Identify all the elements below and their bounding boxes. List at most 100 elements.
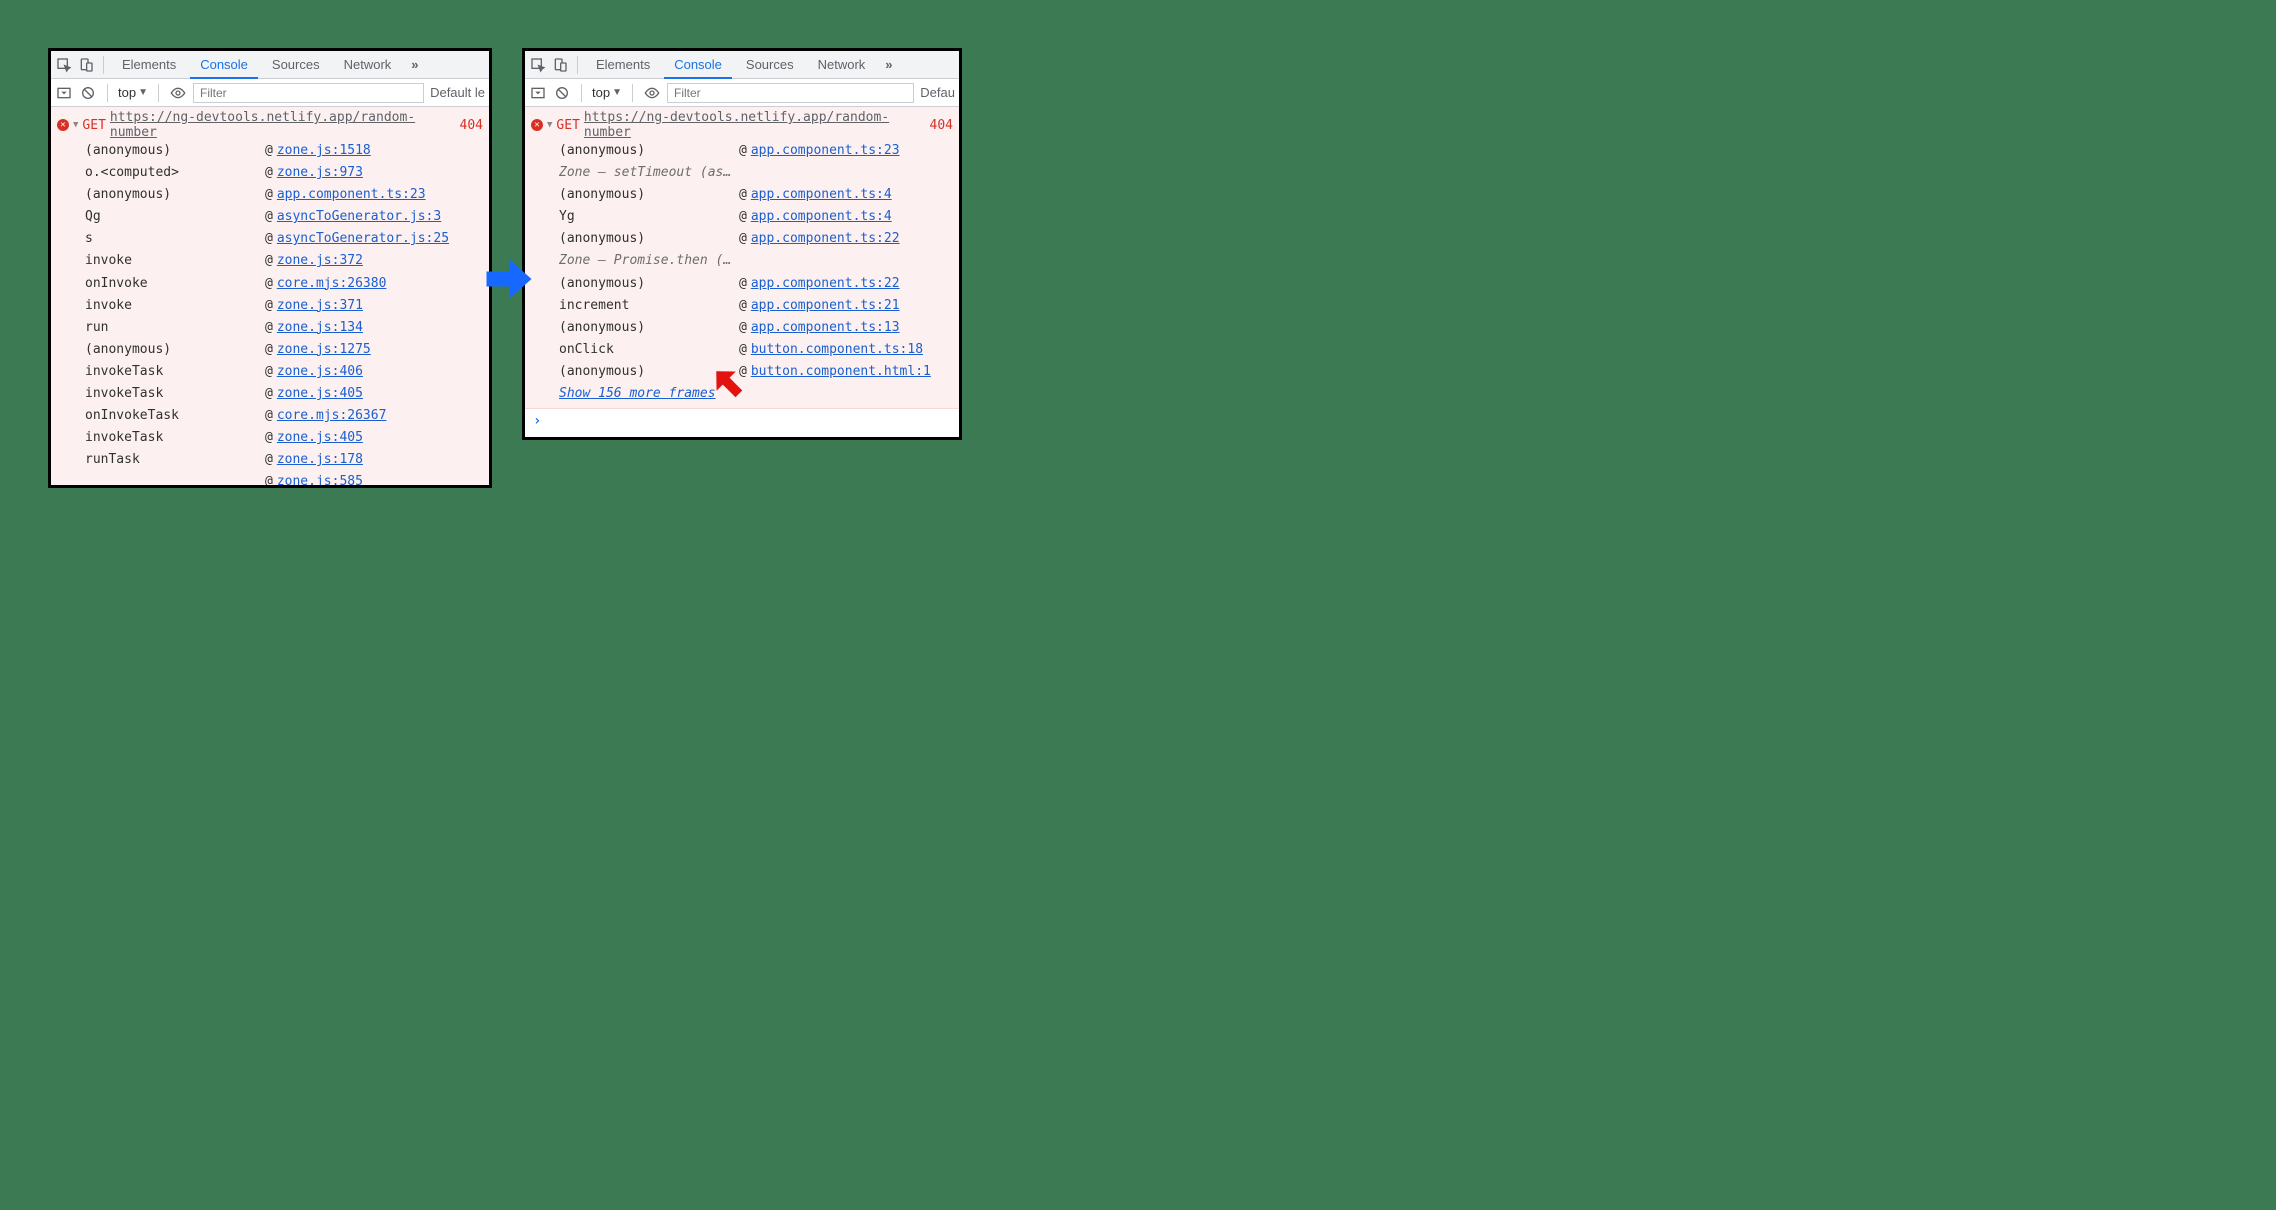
stack-frame-location-link[interactable]: zone.js:134 (277, 317, 363, 339)
stack-frame: (anonymous)@app.component.ts:23 (531, 140, 953, 162)
stack-frame-function: invoke (85, 250, 265, 272)
stack-frame-location-link[interactable]: button.component.ts:18 (751, 339, 923, 361)
stack-frame-location-link[interactable]: zone.js:178 (277, 449, 363, 471)
stack-frame-at: @ (265, 295, 273, 317)
stack-frame-at: @ (265, 449, 273, 471)
device-icon[interactable] (551, 57, 569, 73)
error-icon: ✕ (57, 119, 69, 131)
stack-frame: invoke@zone.js:371 (57, 295, 483, 317)
stack-frame: _@zone.js:585 (57, 471, 483, 488)
stack-frame-location-link[interactable]: button.component.html:1 (751, 361, 931, 383)
stack-frame-location-link[interactable]: app.component.ts:22 (751, 228, 900, 250)
inspect-icon[interactable] (55, 57, 73, 73)
stack-frame-location-link[interactable]: zone.js:1518 (277, 140, 371, 162)
stack-frame: invokeTask@zone.js:405 (57, 427, 483, 449)
error-icon: ✕ (531, 119, 543, 131)
stack-frame-at: @ (739, 206, 747, 228)
stack-frame-function: (anonymous) (85, 339, 265, 361)
stack-frame-location-link[interactable]: asyncToGenerator.js:3 (277, 206, 441, 228)
stack-frame-at: @ (265, 405, 273, 427)
stack-trace: (anonymous)@app.component.ts:23Zone – se… (531, 140, 953, 383)
chevron-down-icon: ▼ (612, 87, 622, 98)
error-header[interactable]: ✕ ▼ GET https://ng-devtools.netlify.app/… (531, 110, 953, 140)
console-prompt[interactable]: › (525, 409, 959, 433)
disclosure-triangle-icon[interactable]: ▼ (547, 120, 552, 130)
stack-frame-location-link[interactable]: zone.js:973 (277, 162, 363, 184)
stack-frame-location-link[interactable]: app.component.ts:4 (751, 184, 892, 206)
stack-frame-function: Qg (85, 206, 265, 228)
filter-input[interactable] (193, 83, 424, 103)
context-selector[interactable]: top ▼ (592, 85, 622, 100)
stack-frame: s@asyncToGenerator.js:25 (57, 228, 483, 250)
stack-frame-function: increment (559, 295, 739, 317)
filter-input[interactable] (667, 83, 914, 103)
stack-frame-location-link[interactable]: app.component.ts:4 (751, 206, 892, 228)
stack-frame-location-link[interactable]: app.component.ts:23 (751, 140, 900, 162)
stack-frame-location-link[interactable]: asyncToGenerator.js:25 (277, 228, 449, 250)
stack-frame-function: (anonymous) (559, 140, 739, 162)
stack-frame-location-link[interactable]: app.component.ts:21 (751, 295, 900, 317)
stack-frame-function: invokeTask (85, 427, 265, 449)
stack-frame-location-link[interactable]: core.mjs:26367 (277, 405, 387, 427)
stack-frame-location-link[interactable]: core.mjs:26380 (277, 273, 387, 295)
eye-icon[interactable] (643, 85, 661, 101)
stack-frame: Yg@app.component.ts:4 (531, 206, 953, 228)
stack-frame: invoke@zone.js:372 (57, 250, 483, 272)
tab-elements[interactable]: Elements (586, 51, 660, 79)
console-toolbar: top ▼ Defau (525, 79, 959, 107)
context-selector[interactable]: top ▼ (118, 85, 148, 100)
error-header[interactable]: ✕ ▼ GET https://ng-devtools.netlify.app/… (57, 110, 483, 140)
clear-console-icon[interactable] (553, 85, 571, 101)
stack-frame-function: (anonymous) (559, 228, 739, 250)
inspect-icon[interactable] (529, 57, 547, 73)
stack-frame: invokeTask@zone.js:405 (57, 383, 483, 405)
tab-console[interactable]: Console (664, 51, 732, 79)
stack-frame-function: o.<computed> (85, 162, 265, 184)
disclosure-triangle-icon[interactable]: ▼ (73, 120, 78, 130)
divider (581, 84, 582, 102)
stack-frame-location-link[interactable]: app.component.ts:22 (751, 273, 900, 295)
stack-frame-function: invokeTask (85, 361, 265, 383)
error-url[interactable]: https://ng-devtools.netlify.app/random-n… (110, 110, 456, 140)
stack-frame: (anonymous)@app.component.ts:22 (531, 228, 953, 250)
tab-network[interactable]: Network (334, 51, 402, 79)
stack-frame-at: @ (739, 273, 747, 295)
stack-frame-location-link[interactable]: zone.js:585 (277, 471, 363, 488)
tab-console[interactable]: Console (190, 51, 258, 79)
stack-frame-location-link[interactable]: zone.js:1275 (277, 339, 371, 361)
stack-frame-location-link[interactable]: app.component.ts:13 (751, 317, 900, 339)
highlight-arrow-icon (706, 364, 752, 404)
tab-sources[interactable]: Sources (262, 51, 330, 79)
stack-frame-location-link[interactable]: app.component.ts:23 (277, 184, 426, 206)
clear-console-icon[interactable] (79, 85, 97, 101)
stack-frame-at: @ (265, 184, 273, 206)
stack-frame-location-link[interactable]: zone.js:372 (277, 250, 363, 272)
log-level-selector[interactable]: Defau (920, 85, 955, 100)
error-url[interactable]: https://ng-devtools.netlify.app/random-n… (584, 110, 926, 140)
stack-frame-location-link[interactable]: zone.js:371 (277, 295, 363, 317)
stack-frame-location-link[interactable]: zone.js:405 (277, 383, 363, 405)
tab-overflow[interactable]: » (405, 57, 424, 72)
stack-frame-at: @ (739, 184, 747, 206)
sidebar-toggle-icon[interactable] (529, 85, 547, 101)
stack-frame: run@zone.js:134 (57, 317, 483, 339)
divider (103, 56, 104, 74)
tab-network[interactable]: Network (808, 51, 876, 79)
tab-elements[interactable]: Elements (112, 51, 186, 79)
sidebar-toggle-icon[interactable] (55, 85, 73, 101)
divider (632, 84, 633, 102)
device-icon[interactable] (77, 57, 95, 73)
http-status: 404 (930, 118, 953, 133)
tab-overflow[interactable]: » (879, 57, 898, 72)
stack-frame-location-link[interactable]: zone.js:406 (277, 361, 363, 383)
stack-frame-function: _ (85, 471, 265, 488)
stack-frame-location-link[interactable]: zone.js:405 (277, 427, 363, 449)
divider (577, 56, 578, 74)
log-level-selector[interactable]: Default le (430, 85, 485, 100)
tab-sources[interactable]: Sources (736, 51, 804, 79)
tabbar: Elements Console Sources Network » (525, 51, 959, 79)
stack-frame-at: @ (265, 317, 273, 339)
stack-frame-at: @ (265, 162, 273, 184)
eye-icon[interactable] (169, 85, 187, 101)
stack-frame-function: Zone – setTimeout (async) (559, 162, 739, 184)
